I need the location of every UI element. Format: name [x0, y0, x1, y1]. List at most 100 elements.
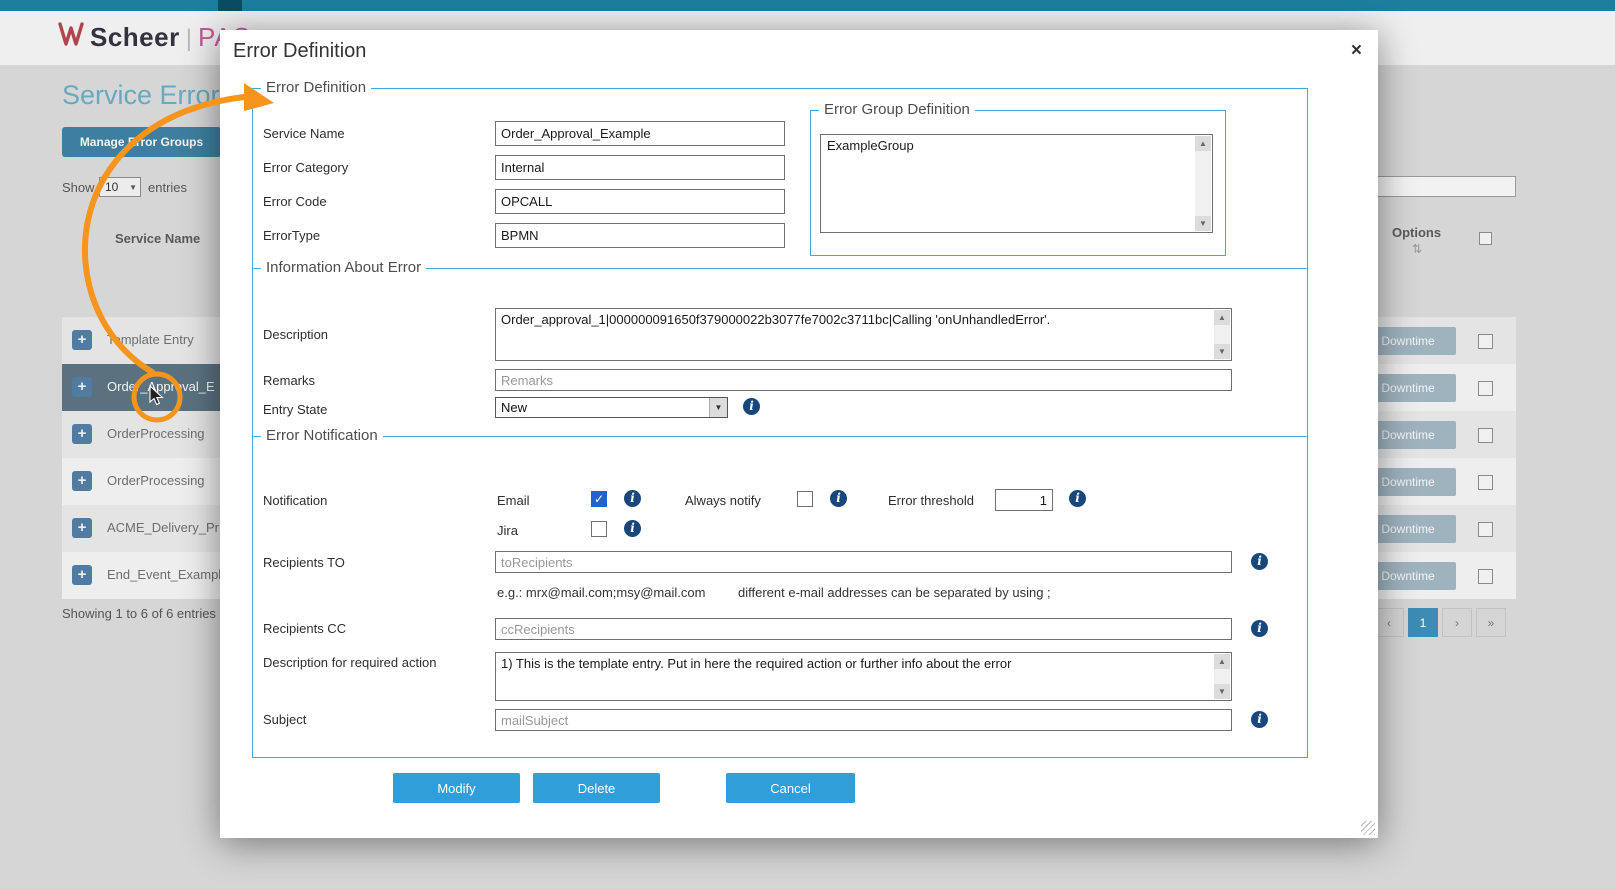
top-bar-accent: [218, 0, 242, 11]
row-checkbox[interactable]: [1478, 428, 1493, 443]
error-type-field[interactable]: [495, 223, 785, 248]
select-all-checkbox[interactable]: [1479, 232, 1492, 245]
remarks-field[interactable]: [495, 369, 1232, 391]
recipients-cc-info-icon[interactable]: i: [1251, 620, 1268, 637]
description-field[interactable]: Order_approval_1|000000091650f379000022b…: [495, 308, 1232, 361]
recipients-to-label: Recipients TO: [263, 555, 345, 570]
service-name-cell: End_Event_Exampl: [107, 567, 221, 582]
row-checkbox[interactable]: [1478, 475, 1493, 490]
manage-error-groups-button[interactable]: Manage Error Groups: [62, 127, 221, 157]
required-action-scrollbar[interactable]: ▲ ▼: [1214, 654, 1230, 699]
jira-info-icon[interactable]: i: [624, 520, 641, 537]
description-value: Order_approval_1|000000091650f379000022b…: [501, 312, 1050, 327]
scroll-down-icon[interactable]: ▼: [1214, 344, 1230, 359]
description-label: Description: [263, 327, 328, 342]
subject-label: Subject: [263, 712, 306, 727]
row-checkbox[interactable]: [1478, 381, 1493, 396]
page-size-select[interactable]: 10 ▼: [99, 177, 141, 197]
table-summary: Showing 1 to 6 of 6 entries: [62, 606, 216, 621]
screen: Scheer | PAS Service Error List Manage E…: [0, 0, 1615, 889]
row-checkbox[interactable]: [1478, 522, 1493, 537]
delete-button[interactable]: Delete: [533, 773, 660, 803]
error-threshold-info-icon[interactable]: i: [1069, 490, 1086, 507]
error-category-label: Error Category: [263, 160, 348, 175]
email-label: Email: [497, 493, 530, 508]
always-notify-info-icon[interactable]: i: [830, 490, 847, 507]
scroll-up-icon[interactable]: ▲: [1195, 136, 1211, 151]
error-threshold-label: Error threshold: [888, 493, 974, 508]
recipients-to-field[interactable]: [495, 551, 1232, 573]
recipients-cc-field[interactable]: [495, 618, 1232, 640]
entry-state-select[interactable]: New ▼: [495, 397, 728, 418]
chevron-down-icon: ▼: [709, 398, 727, 417]
always-notify-label: Always notify: [685, 493, 761, 508]
scroll-down-icon[interactable]: ▼: [1195, 216, 1211, 231]
service-name-cell: OrderProcessing: [107, 473, 205, 488]
service-name-cell: Order_Approval_E: [107, 379, 215, 394]
recipients-hint-example: e.g.: mrx@mail.com;msy@mail.com: [497, 585, 705, 600]
error-definition-modal: Error Definition × Error Definition Serv…: [220, 30, 1378, 838]
show-label: Show: [62, 180, 95, 195]
modify-button[interactable]: Modify: [393, 773, 520, 803]
expand-row-icon[interactable]: +: [72, 518, 92, 538]
sort-icon[interactable]: ⇅: [1412, 242, 1422, 256]
scheer-logo-icon: [58, 22, 84, 46]
top-bar: [0, 0, 1615, 11]
brand-name: Scheer: [90, 22, 180, 53]
email-checkbox[interactable]: ✓: [591, 491, 607, 507]
error-code-label: Error Code: [263, 194, 327, 209]
scroll-up-icon[interactable]: ▲: [1214, 310, 1230, 325]
page-size-value: 10: [105, 180, 118, 194]
row-checkbox[interactable]: [1478, 334, 1493, 349]
remarks-label: Remarks: [263, 373, 315, 388]
subject-info-icon[interactable]: i: [1251, 711, 1268, 728]
email-info-icon[interactable]: i: [624, 490, 641, 507]
chevron-down-icon: ▼: [129, 183, 137, 192]
error-type-label: ErrorType: [263, 228, 320, 243]
error-threshold-field[interactable]: [995, 489, 1053, 511]
entry-state-info-icon[interactable]: i: [743, 398, 760, 415]
entry-state-label: Entry State: [263, 402, 327, 417]
recipients-cc-label: Recipients CC: [263, 621, 346, 636]
error-code-field[interactable]: [495, 189, 785, 214]
jira-checkbox[interactable]: [591, 521, 607, 537]
recipients-to-info-icon[interactable]: i: [1251, 553, 1268, 570]
modal-title: Error Definition: [233, 40, 366, 63]
scroll-down-icon[interactable]: ▼: [1214, 684, 1230, 699]
error-definition-legend: Error Definition: [261, 79, 371, 96]
brand-separator: |: [186, 25, 192, 53]
always-notify-checkbox[interactable]: [797, 491, 813, 507]
pagination-next[interactable]: ›: [1442, 608, 1472, 637]
expand-row-icon[interactable]: +: [72, 565, 92, 585]
error-group-listbox[interactable]: ExampleGroup ▲ ▼: [820, 134, 1213, 233]
listbox-scrollbar[interactable]: ▲ ▼: [1195, 136, 1211, 231]
expand-row-icon[interactable]: +: [72, 377, 92, 397]
required-action-field[interactable]: 1) This is the template entry. Put in he…: [495, 652, 1232, 701]
error-group-item[interactable]: ExampleGroup: [821, 135, 1212, 156]
expand-row-icon[interactable]: +: [72, 424, 92, 444]
pagination-prev[interactable]: ‹: [1374, 608, 1404, 637]
service-name-cell: OrderProcessing: [107, 426, 205, 441]
pagination-last[interactable]: »: [1476, 608, 1506, 637]
entry-state-value: New: [496, 400, 527, 415]
description-scrollbar[interactable]: ▲ ▼: [1214, 310, 1230, 359]
subject-field[interactable]: [495, 709, 1232, 731]
row-checkbox[interactable]: [1478, 569, 1493, 584]
cancel-button[interactable]: Cancel: [726, 773, 855, 803]
information-legend: Information About Error: [261, 259, 426, 276]
scroll-up-icon[interactable]: ▲: [1214, 654, 1230, 669]
expand-row-icon[interactable]: +: [72, 471, 92, 491]
column-header-service-name[interactable]: Service Name: [115, 231, 200, 246]
recipients-hint-text: different e-mail addresses can be separa…: [738, 585, 1051, 600]
service-name-cell: ACME_Delivery_Pr: [107, 520, 219, 535]
notification-legend: Error Notification: [261, 427, 383, 444]
error-group-legend: Error Group Definition: [819, 101, 975, 118]
expand-row-icon[interactable]: +: [72, 330, 92, 350]
close-icon[interactable]: ×: [1351, 42, 1362, 60]
pagination-page-1[interactable]: 1: [1408, 608, 1438, 637]
error-category-field[interactable]: [495, 155, 785, 180]
column-header-options[interactable]: Options: [1392, 225, 1441, 240]
service-name-label: Service Name: [263, 126, 345, 141]
service-name-field[interactable]: [495, 121, 785, 146]
resize-grip[interactable]: [1361, 821, 1375, 835]
